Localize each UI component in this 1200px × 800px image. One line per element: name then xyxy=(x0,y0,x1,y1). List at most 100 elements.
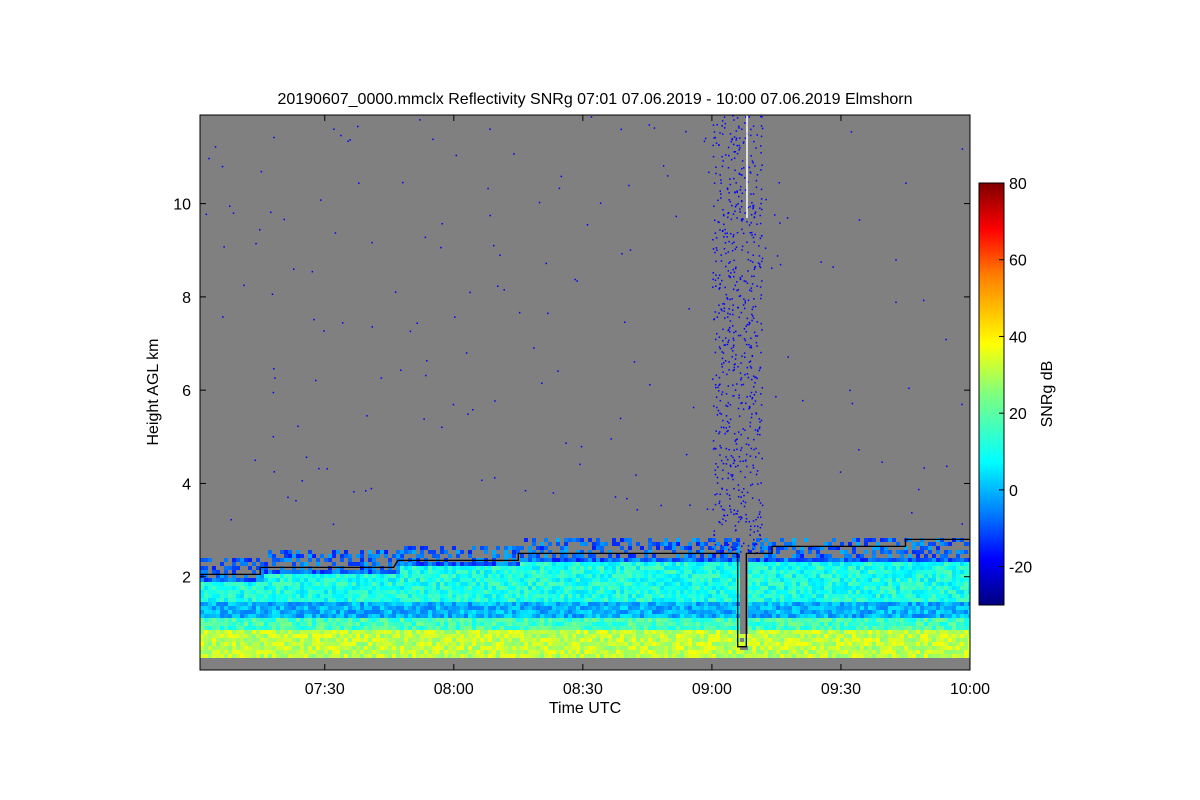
heatmap-cell xyxy=(364,574,368,578)
heatmap-cell xyxy=(796,638,800,642)
heatmap-cell xyxy=(268,618,272,622)
heatmap-cell xyxy=(404,642,408,646)
heatmap-cell xyxy=(332,634,336,638)
heatmap-cell xyxy=(796,622,800,626)
heatmap-cell xyxy=(360,590,364,594)
heatmap-cell xyxy=(296,590,300,594)
heatmap-cell xyxy=(444,650,448,654)
heatmap-cell xyxy=(616,562,620,566)
heatmap-cell xyxy=(348,646,352,650)
heatmap-cell xyxy=(752,634,756,638)
heatmap-cell xyxy=(416,622,420,626)
heatmap-cell xyxy=(300,554,304,558)
heatmap-cell xyxy=(652,582,656,586)
heatmap-cell xyxy=(768,642,772,646)
heatmap-cell xyxy=(640,650,644,654)
heatmap-cell xyxy=(684,546,688,550)
heatmap-cell xyxy=(360,618,364,622)
heatmap-cell xyxy=(552,598,556,602)
heatmap-cell xyxy=(312,606,316,610)
heatmap-cell xyxy=(700,626,704,630)
heatmap-cell xyxy=(456,566,460,570)
heatmap-cell xyxy=(400,626,404,630)
heatmap-cell xyxy=(636,590,640,594)
heatmap-cell xyxy=(632,610,636,614)
heatmap-cell xyxy=(404,578,408,582)
heatmap-cell xyxy=(520,558,524,562)
heatmap-cell xyxy=(400,590,404,594)
heatmap-cell xyxy=(900,598,904,602)
heatmap-cell xyxy=(812,614,816,618)
heatmap-cell xyxy=(600,606,604,610)
heatmap-cell xyxy=(960,598,964,602)
heatmap-cell xyxy=(360,642,364,646)
heatmap-cell xyxy=(588,570,592,574)
heatmap-cell xyxy=(884,618,888,622)
heatmap-cell xyxy=(496,570,500,574)
heatmap-cell xyxy=(584,626,588,630)
heatmap-cell xyxy=(884,538,888,542)
heatmap-cell xyxy=(212,590,216,594)
heatmap-cell xyxy=(312,642,316,646)
heatmap-cell xyxy=(412,606,416,610)
heatmap-cell xyxy=(876,630,880,634)
heatmap-cell xyxy=(892,654,896,658)
heatmap-cell xyxy=(560,586,564,590)
heatmap-cell xyxy=(820,622,824,626)
heatmap-cell xyxy=(244,614,248,618)
heatmap-cell xyxy=(432,614,436,618)
heatmap-cell xyxy=(308,622,312,626)
heatmap-cell xyxy=(712,562,716,566)
heatmap-cell xyxy=(804,654,808,658)
heatmap-cell xyxy=(704,638,708,642)
heatmap-cell xyxy=(320,646,324,650)
heatmap-cell xyxy=(392,606,396,610)
heatmap-cell xyxy=(428,618,432,622)
heatmap-cell xyxy=(352,642,356,646)
heatmap-cell xyxy=(860,570,864,574)
heatmap-cell xyxy=(848,638,852,642)
heatmap-cell xyxy=(840,650,844,654)
heatmap-cell xyxy=(440,550,444,554)
heatmap-cell xyxy=(816,654,820,658)
heatmap-cell xyxy=(564,606,568,610)
heatmap-cell xyxy=(892,586,896,590)
heatmap-cell xyxy=(860,642,864,646)
heatmap-cell xyxy=(872,594,876,598)
heatmap-cell xyxy=(772,566,776,570)
heatmap-cell xyxy=(788,646,792,650)
heatmap-cell xyxy=(508,618,512,622)
heatmap-cell xyxy=(252,594,256,598)
heatmap-cell xyxy=(296,602,300,606)
heatmap-cell xyxy=(448,554,452,558)
heatmap-cell xyxy=(532,626,536,630)
heatmap-cell xyxy=(732,574,736,578)
heatmap-cell xyxy=(488,614,492,618)
heatmap-cell xyxy=(860,630,864,634)
heatmap-cell xyxy=(764,594,768,598)
heatmap-cell xyxy=(916,582,920,586)
heatmap-cell xyxy=(692,590,696,594)
heatmap-cell xyxy=(528,566,532,570)
heatmap-cell xyxy=(728,610,732,614)
heatmap-cell xyxy=(660,610,664,614)
heatmap-cell xyxy=(756,574,760,578)
heatmap-cell xyxy=(404,570,408,574)
heatmap-cell xyxy=(636,614,640,618)
heatmap-cell xyxy=(896,618,900,622)
heatmap-cell xyxy=(328,586,332,590)
heatmap-cell xyxy=(696,574,700,578)
heatmap-cell xyxy=(212,642,216,646)
heatmap-cell xyxy=(560,606,564,610)
heatmap-cell xyxy=(916,586,920,590)
heatmap-cell xyxy=(664,590,668,594)
heatmap-cell xyxy=(900,570,904,574)
heatmap-cell xyxy=(928,610,932,614)
heatmap-cell xyxy=(432,590,436,594)
heatmap-cell xyxy=(292,574,296,578)
heatmap-cell xyxy=(336,622,340,626)
heatmap-cell xyxy=(780,618,784,622)
heatmap-cell xyxy=(752,622,756,626)
heatmap-cell xyxy=(400,594,404,598)
heatmap-cell xyxy=(676,614,680,618)
